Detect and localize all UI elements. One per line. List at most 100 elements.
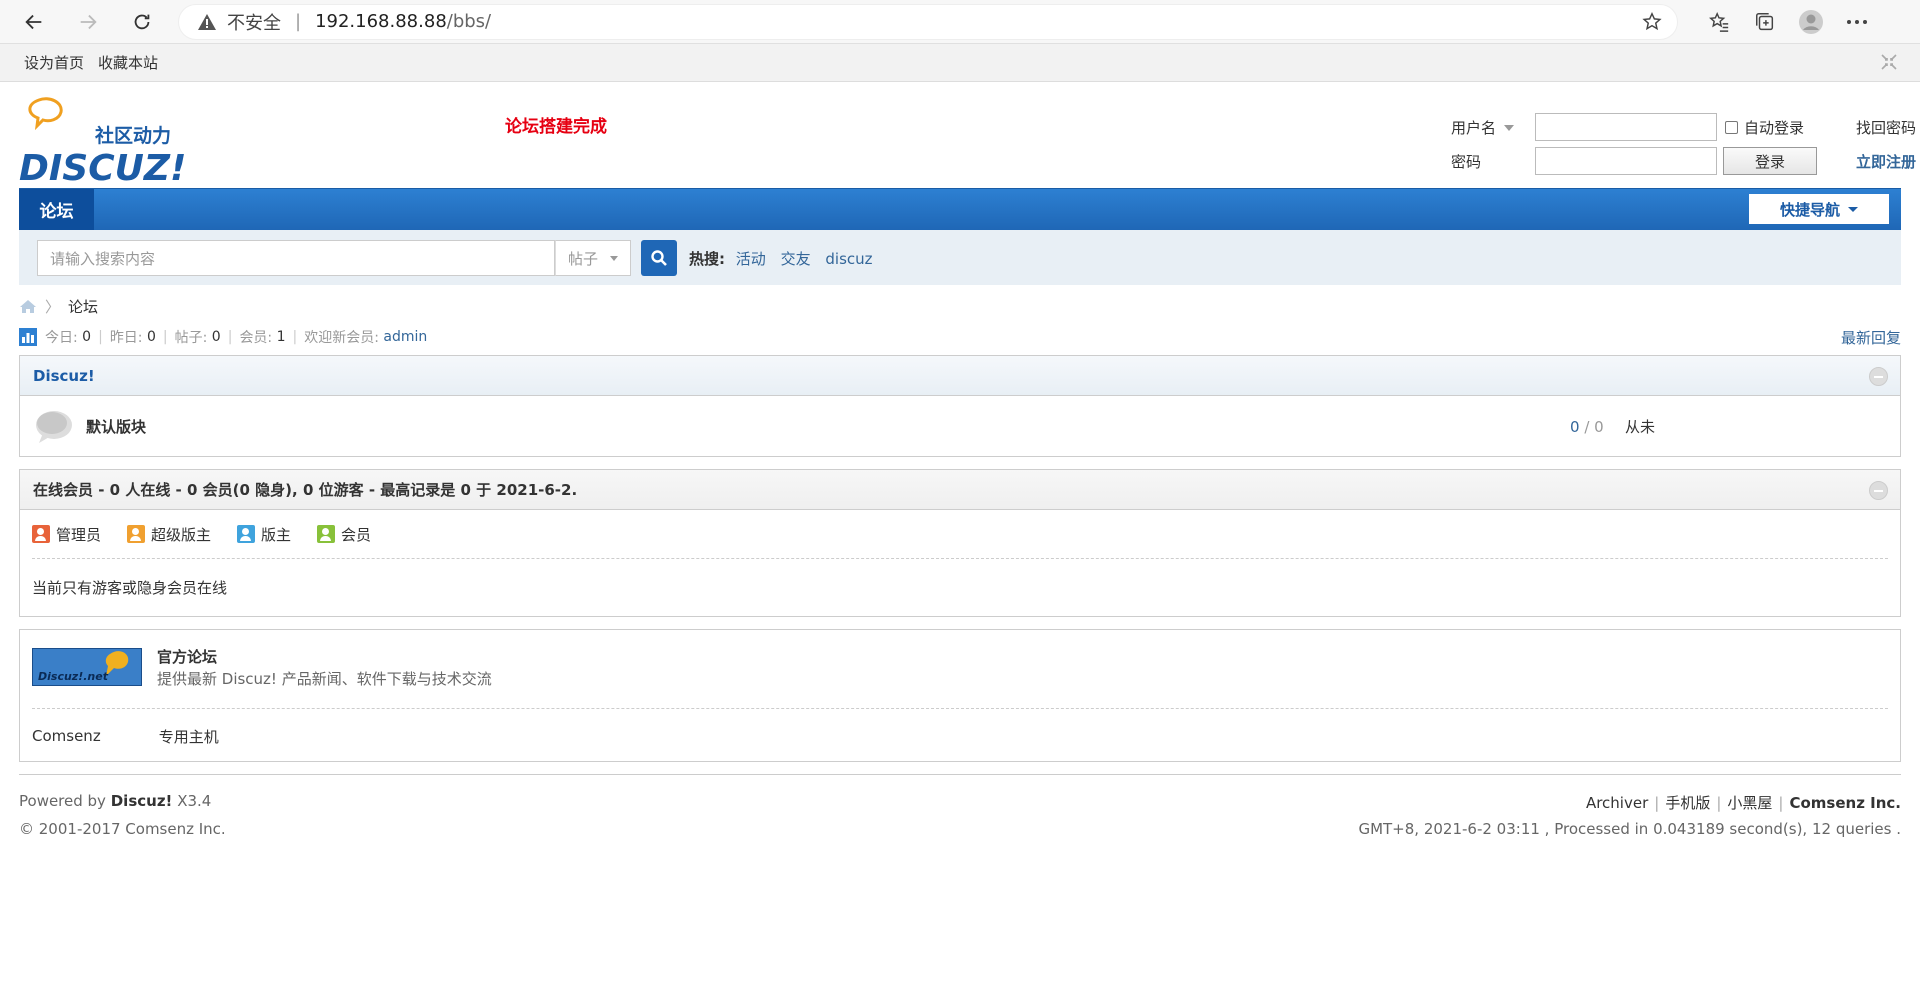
register-link[interactable]: 立即注册 (1856, 151, 1916, 172)
refresh-button[interactable] (124, 4, 160, 40)
category-title[interactable]: Discuz! (33, 367, 95, 385)
forum-row: 默认版块 0 / 0 从未 (20, 396, 1900, 457)
avatar-icon (1799, 9, 1823, 34)
add-favorite-icon[interactable] (1641, 11, 1663, 33)
svg-text:社区动力: 社区动力 (94, 124, 171, 147)
login-form: 用户名 自动登录 找回密码 密码 登录 立即注册 (1451, 110, 1916, 178)
online-members-box: 在线会员 - 0 人在线 - 0 会员(0 隐身), 0 位游客 - 最高记录是… (19, 469, 1901, 617)
footer: Powered by Discuz! X3.4 © 2001-2017 Coms… (19, 790, 1901, 850)
copyright: © 2001-2017 Comsenz Inc. (19, 820, 226, 838)
more-menu-button[interactable] (1834, 4, 1880, 40)
forward-button[interactable] (70, 4, 106, 40)
back-button[interactable] (16, 4, 52, 40)
moderator-user-icon (237, 525, 256, 543)
welcome-label: 欢迎新会员: (304, 330, 379, 346)
arrow-left-icon (25, 14, 42, 29)
hot-term-friends[interactable]: 交友 (781, 250, 811, 268)
collections-icon (1756, 12, 1774, 30)
hot-term-activity[interactable]: 活动 (736, 250, 766, 268)
caret-down-icon (1848, 206, 1858, 212)
discuz-net-logo[interactable]: Discuz!.net (32, 648, 142, 686)
address-bar[interactable]: 不安全 | 192.168.88.88/bbs/ (178, 3, 1678, 40)
category-box: Discuz! 默认版块 0 / 0 从未 (19, 355, 1901, 457)
hot-search: 热搜: 活动 交友 discuz (689, 248, 883, 269)
legend-super-mod: 超级版主 (127, 524, 211, 545)
breadcrumb-current[interactable]: 论坛 (68, 296, 98, 317)
collections-button[interactable] (1742, 4, 1788, 40)
member-user-icon (317, 525, 336, 543)
search-type-select[interactable]: 帖子 (555, 240, 631, 276)
profile-button[interactable] (1788, 4, 1834, 40)
search-icon (651, 250, 667, 266)
search-bar: 请输入搜索内容 帖子 热搜: 活动 交友 discuz (19, 230, 1901, 285)
link-comsenz[interactable]: Comsenz (32, 727, 101, 745)
footer-links: Archiver | 手机版 | 小黑屋 | Comsenz Inc. (1585, 794, 1901, 812)
archiver-link[interactable]: Archiver (1586, 794, 1648, 812)
refresh-icon (134, 14, 150, 29)
newest-member-link[interactable]: admin (383, 329, 427, 345)
search-input[interactable]: 请输入搜索内容 (37, 240, 555, 276)
legend-mod: 版主 (237, 524, 291, 545)
more-dots-icon (1847, 19, 1867, 24)
username-label[interactable]: 用户名 (1451, 117, 1535, 138)
collapse-icon[interactable] (1869, 367, 1888, 386)
security-label[interactable]: 不安全 (227, 9, 281, 35)
friend-links-box: Discuz!.net 官方论坛 提供最新 Discuz! 产品新闻、软件下载与… (19, 629, 1901, 762)
set-homepage-link[interactable]: 设为首页 (24, 52, 84, 73)
breadcrumb-separator: 〉 (45, 297, 61, 316)
forgot-password-link[interactable]: 找回密码 (1856, 117, 1916, 138)
tab-forum[interactable]: 论坛 (19, 189, 94, 230)
stats-chart-icon (19, 328, 37, 346)
today-label: 今日: (45, 330, 78, 346)
powered-brand-link[interactable]: Discuz! (111, 792, 173, 810)
processed-info: GMT+8, 2021-6-2 03:11 , Processed in 0.0… (1358, 820, 1901, 838)
super-moderator-user-icon (127, 525, 146, 543)
link-dedicated-host[interactable]: 专用主机 (159, 726, 219, 747)
password-input[interactable] (1535, 147, 1717, 175)
arrow-right-icon (80, 14, 97, 29)
member-legend: 管理员 超级版主 版主 会员 (20, 510, 1900, 558)
checkbox-icon (1725, 120, 1738, 134)
favorites-button[interactable] (1696, 4, 1742, 40)
mobile-link[interactable]: 手机版 (1665, 794, 1710, 812)
quick-nav-button[interactable]: 快捷导航 (1749, 194, 1889, 224)
online-title[interactable]: 在线会员 - 0 人在线 - 0 会员(0 隐身), 0 位游客 - 最高记录是… (33, 479, 577, 500)
posts-count: 0 (211, 329, 221, 345)
category-header: Discuz! (20, 356, 1900, 396)
bookmark-site-link[interactable]: 收藏本站 (98, 52, 158, 73)
latest-reply-link[interactable]: 最新回复 (1841, 327, 1901, 348)
online-header: 在线会员 - 0 人在线 - 0 会员(0 隐身), 0 位游客 - 最高记录是… (20, 470, 1900, 510)
chevron-down-icon (1504, 125, 1515, 131)
blackroom-link[interactable]: 小黑屋 (1727, 794, 1772, 812)
auto-login-checkbox[interactable]: 自动登录 (1725, 117, 1804, 138)
discuz-logo[interactable]: 社区动力 DISCUZ! (19, 96, 189, 184)
svg-text:Discuz!.net: Discuz!.net (38, 670, 109, 683)
collapse-icon[interactable] (1880, 53, 1898, 71)
breadcrumb: 〉 论坛 (19, 294, 1901, 318)
login-button[interactable]: 登录 (1723, 147, 1817, 175)
home-icon[interactable] (19, 299, 37, 314)
url-host: 192.168.88.88 (315, 11, 447, 32)
today-count: 0 (82, 329, 92, 345)
yesterday-count: 0 (146, 329, 156, 345)
official-forum-link[interactable]: 官方论坛 (157, 646, 217, 667)
collapse-icon[interactable] (1869, 481, 1888, 500)
address-separator: | (295, 11, 302, 32)
yesterday-label: 昨日: (109, 330, 143, 346)
posts-label: 帖子: (174, 330, 208, 346)
online-message: 当前只有游客或隐身会员在线 (32, 579, 228, 597)
last-post: 从未 (1625, 418, 1656, 436)
forum-bubble-icon (36, 410, 72, 443)
legend-member: 会员 (317, 524, 371, 545)
company-link[interactable]: Comsenz Inc. (1789, 794, 1901, 812)
forum-name-link[interactable]: 默认版块 (86, 416, 146, 437)
password-label: 密码 (1451, 152, 1482, 171)
caret-down-icon (610, 255, 619, 261)
forum-stats: 今日: 0 | 昨日: 0 | 帖子: 0 | 会员: 1 | 欢迎新会员: a… (19, 326, 1901, 348)
favorites-icon (1709, 11, 1729, 32)
admin-user-icon (32, 525, 50, 543)
username-input[interactable] (1535, 113, 1717, 141)
hot-term-discuz[interactable]: discuz (825, 250, 872, 268)
svg-text:DISCUZ!: DISCUZ! (19, 148, 186, 184)
search-button[interactable] (641, 240, 677, 276)
